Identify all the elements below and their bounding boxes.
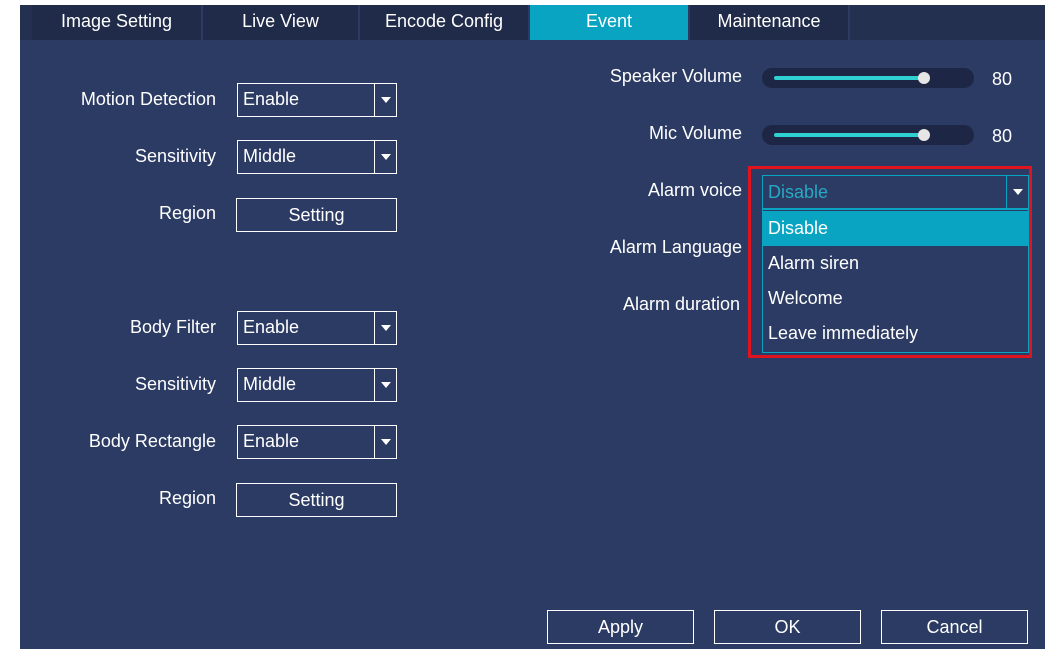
mic-volume-fill (774, 133, 924, 137)
speaker-volume-label: Speaker Volume (609, 66, 742, 86)
apply-button[interactable]: Apply (547, 610, 694, 644)
alarm-voice-highlight (748, 166, 1032, 358)
motion-detection-select[interactable]: Enable (237, 83, 397, 117)
speaker-volume-fill (774, 76, 924, 80)
event-settings-panel: Image Setting Live View Encode Config Ev… (20, 5, 1045, 649)
chevron-down-icon[interactable] (374, 141, 396, 173)
slider-knob[interactable] (918, 72, 930, 84)
tab-encode-config[interactable]: Encode Config (360, 5, 530, 40)
region-setting-button[interactable]: Setting (236, 198, 397, 232)
motion-detection-label: Motion Detection (80, 89, 216, 109)
sensitivity-value: Middle (243, 374, 297, 394)
chevron-down-icon[interactable] (374, 369, 396, 401)
ok-button[interactable]: OK (714, 610, 861, 644)
tab-maintenance[interactable]: Maintenance (690, 5, 850, 40)
region-label: Region (158, 488, 216, 508)
sensitivity-label: Sensitivity (134, 374, 216, 394)
chevron-down-icon[interactable] (374, 312, 396, 344)
body-rectangle-label: Body Rectangle (88, 431, 216, 451)
body-filter-value: Enable (243, 317, 300, 337)
tab-image-setting[interactable]: Image Setting (32, 5, 203, 40)
region-setting-button[interactable]: Setting (236, 483, 397, 517)
chevron-down-icon[interactable] (374, 426, 396, 458)
speaker-volume-slider[interactable] (762, 68, 974, 88)
sensitivity-select[interactable]: Middle (237, 368, 397, 402)
region-label: Region (158, 203, 216, 223)
mic-volume-label: Mic Volume (648, 123, 742, 143)
body-rectangle-select[interactable]: Enable (237, 425, 397, 459)
sensitivity-label: Sensitivity (134, 146, 216, 166)
tab-live-view[interactable]: Live View (203, 5, 360, 40)
cancel-button[interactable]: Cancel (881, 610, 1028, 644)
speaker-volume-value: 80 (992, 69, 1013, 89)
alarm-duration-label: Alarm duration (622, 294, 740, 314)
alarm-language-label: Alarm Language (609, 237, 742, 257)
sensitivity-value: Middle (243, 146, 297, 166)
tab-event[interactable]: Event (530, 5, 690, 40)
body-filter-label: Body Filter (129, 317, 216, 337)
sensitivity-select[interactable]: Middle (237, 140, 397, 174)
body-filter-select[interactable]: Enable (237, 311, 397, 345)
mic-volume-slider[interactable] (762, 125, 974, 145)
alarm-voice-label: Alarm voice (647, 180, 742, 200)
mic-volume-value: 80 (992, 126, 1013, 146)
body-rectangle-value: Enable (243, 431, 300, 451)
motion-detection-value: Enable (243, 89, 300, 109)
chevron-down-icon[interactable] (374, 84, 396, 116)
tab-bar: Image Setting Live View Encode Config Ev… (20, 5, 1045, 40)
slider-knob[interactable] (918, 129, 930, 141)
